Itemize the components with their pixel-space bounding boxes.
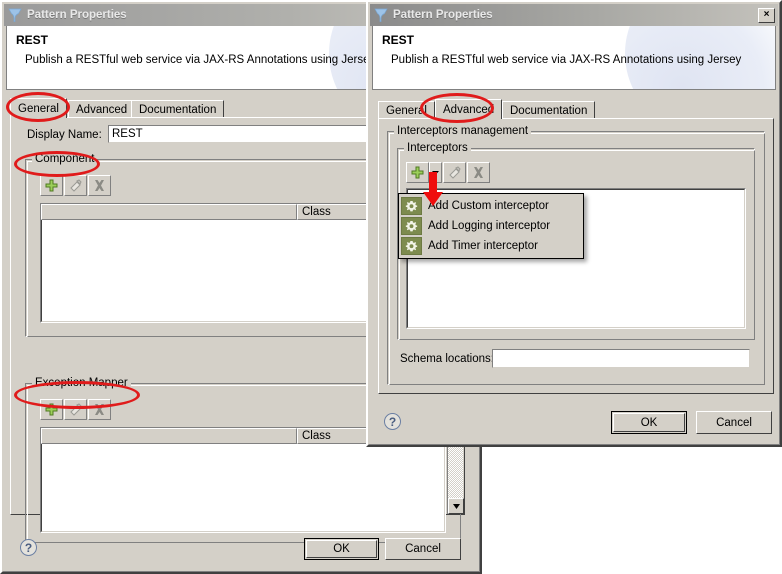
close-icon[interactable]: ×: [758, 7, 775, 23]
menu-item-add-custom-interceptor-label: Add Custom interceptor: [428, 200, 549, 212]
add-interceptor-dropdown-menu[interactable]: Add Custom interceptor Add Logging inter…: [398, 193, 584, 259]
interceptors-toolbar[interactable]: [406, 162, 490, 183]
foreground-cancel-button[interactable]: Cancel: [696, 411, 772, 434]
exception-mapper-group-label: Exception Mapper: [32, 377, 131, 389]
interceptors-management-label: Interceptors management: [394, 125, 532, 137]
component-edit-button: [64, 175, 87, 196]
component-column-name[interactable]: [41, 204, 297, 220]
exception-mapper-add-button[interactable]: [40, 399, 63, 420]
foreground-titlebar[interactable]: Pattern Properties ×: [370, 4, 778, 26]
foreground-help-label: ?: [388, 414, 397, 429]
component-column-class-label: Class: [302, 206, 331, 218]
close-icon-glyph: ×: [763, 9, 770, 20]
menu-item-add-custom-interceptor[interactable]: Add Custom interceptor: [401, 196, 581, 216]
background-title-text: Pattern Properties: [27, 9, 127, 21]
exception-mapper-toolbar[interactable]: [40, 399, 111, 420]
interceptors-add-button[interactable]: [406, 162, 429, 183]
component-delete-button: [88, 175, 111, 196]
menu-item-add-logging-interceptor[interactable]: Add Logging interceptor: [401, 216, 581, 236]
foreground-tab-documentation[interactable]: Documentation: [502, 101, 596, 119]
foreground-title-text: Pattern Properties: [393, 9, 493, 21]
exception-mapper-delete-button: [88, 399, 111, 420]
interceptors-label: Interceptors: [404, 142, 471, 154]
background-header-subtitle: Publish a RESTful web service via JAX-RS…: [25, 54, 376, 66]
gear-icon: [401, 197, 422, 215]
component-group-label: Component: [32, 153, 98, 165]
app-logo-icon: [373, 8, 389, 23]
foreground-header-band: REST Publish a RESTful web service via J…: [372, 26, 776, 90]
foreground-cancel-label: Cancel: [716, 416, 752, 429]
foreground-header-subtitle: Publish a RESTful web service via JAX-RS…: [391, 54, 742, 66]
interceptors-edit-button: [443, 162, 466, 183]
screenshot-root: Pattern Properties REST Publish a RESTfu…: [0, 0, 782, 574]
background-display-name-label: Display Name:: [27, 129, 102, 141]
foreground-tab-general-label: General: [386, 104, 427, 117]
background-tab-general-label: General: [18, 102, 59, 115]
component-toolbar[interactable]: [40, 175, 111, 196]
background-ok-button[interactable]: OK: [304, 538, 379, 560]
interceptors-delete-button: [467, 162, 490, 183]
component-add-button[interactable]: [40, 175, 63, 196]
app-logo-icon: [7, 8, 23, 23]
background-cancel-button[interactable]: Cancel: [385, 538, 461, 560]
menu-item-add-logging-interceptor-label: Add Logging interceptor: [428, 220, 551, 232]
background-help-icon[interactable]: ?: [20, 539, 37, 556]
background-tab-advanced-label: Advanced: [76, 103, 128, 116]
foreground-ok-inner: OK: [613, 413, 685, 432]
background-cancel-label: Cancel: [405, 543, 441, 555]
menu-item-add-timer-interceptor-label: Add Timer interceptor: [428, 240, 538, 252]
foreground-tab-documentation-label: Documentation: [510, 104, 588, 117]
background-tab-documentation[interactable]: Documentation: [131, 100, 225, 118]
background-header-title: REST: [16, 33, 49, 47]
gear-icon: [401, 237, 422, 255]
background-help-label: ?: [24, 540, 33, 555]
foreground-header-title: REST: [382, 33, 415, 47]
exception-mapper-column-name[interactable]: [41, 428, 297, 444]
background-ok-label: OK: [333, 543, 350, 555]
background-tab-general[interactable]: General: [10, 98, 67, 118]
schema-locations-label: Schema locations:: [400, 353, 494, 365]
chevron-down-icon[interactable]: [429, 162, 442, 183]
foreground-tab-advanced[interactable]: Advanced: [435, 99, 503, 119]
exception-mapper-column-class-label: Class: [302, 430, 331, 442]
foreground-ok-button[interactable]: OK: [611, 411, 687, 434]
desktop-background: [482, 447, 782, 574]
menu-item-add-timer-interceptor[interactable]: Add Timer interceptor: [401, 236, 581, 256]
schema-locations-input[interactable]: [492, 349, 750, 368]
foreground-tab-general[interactable]: General: [378, 101, 435, 119]
background-tabstrip[interactable]: General Advanced Documentation: [10, 98, 370, 118]
exception-mapper-edit-button: [64, 399, 87, 420]
background-ok-inner: OK: [306, 540, 377, 558]
background-tab-advanced[interactable]: Advanced: [68, 100, 136, 118]
gear-icon: [401, 217, 422, 235]
foreground-help-icon[interactable]: ?: [384, 413, 401, 430]
background-scrollbar-down-arrow[interactable]: [448, 498, 464, 514]
background-display-name-value: REST: [112, 128, 143, 140]
foreground-ok-label: OK: [640, 416, 658, 429]
background-tab-documentation-label: Documentation: [139, 103, 217, 116]
foreground-tabstrip[interactable]: General Advanced Documentation: [378, 99, 678, 119]
foreground-tab-advanced-label: Advanced: [443, 103, 495, 116]
